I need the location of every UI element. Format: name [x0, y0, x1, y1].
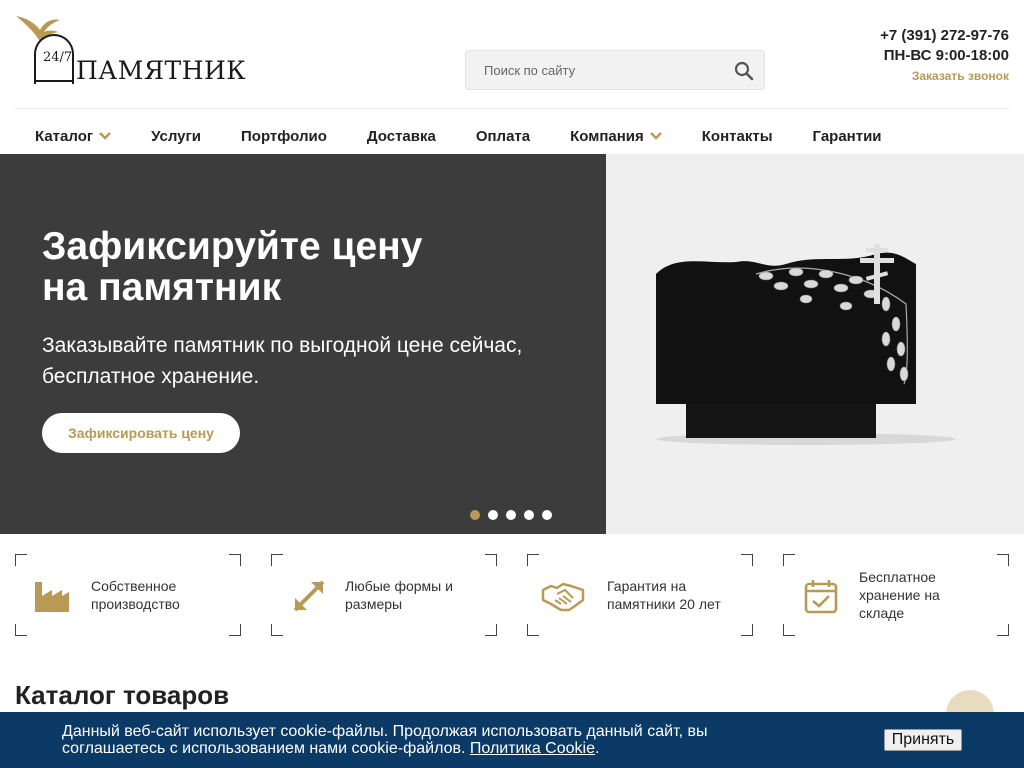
corner-decoration [485, 624, 497, 636]
feature-text: Бесплатное хранение на складе [859, 554, 940, 636]
corner-decoration [229, 624, 241, 636]
hero-title-line: на памятник [42, 266, 282, 309]
cookie-period: . [594, 740, 600, 757]
slider-dot[interactable] [542, 510, 552, 520]
cookie-line: соглашаетесь с использованием нами cooki… [62, 740, 466, 757]
hero-panel: Зафиксируйте цену на памятник Заказывайт… [0, 154, 606, 534]
fix-price-button[interactable]: Зафиксировать цену [42, 413, 240, 453]
corner-decoration [485, 554, 497, 566]
corner-decoration [997, 554, 1009, 566]
nav-item-label: Каталог [35, 127, 94, 145]
search-box [465, 50, 765, 90]
corner-decoration [229, 554, 241, 566]
feature-sizes: Любые формы и размеры [271, 554, 497, 636]
cookie-policy-link[interactable]: Политика Cookie [470, 740, 595, 757]
phone-link[interactable]: +7 (391) 272-97-76 [880, 27, 1009, 44]
feature-storage: Бесплатное хранение на складе [783, 554, 1009, 636]
monument-image [656, 244, 956, 445]
corner-decoration [741, 554, 753, 566]
nav-item-catalog[interactable]: Каталог [15, 118, 131, 154]
nav-item-label: Компания [570, 127, 644, 145]
factory-icon [35, 582, 69, 612]
search-input[interactable] [466, 51, 726, 89]
hero-image [606, 154, 1024, 534]
chevron-down-icon [649, 132, 662, 140]
corner-decoration [783, 554, 795, 566]
feature-guarantee: Гарантия на памятники 20 лет [527, 554, 753, 636]
working-hours: ПН-ВС 9:00-18:00 [883, 47, 1009, 64]
feature-line: хранение на [859, 587, 940, 603]
feature-text: Гарантия на памятники 20 лет [607, 554, 721, 636]
search-icon[interactable] [734, 61, 754, 81]
feature-line: Гарантия на [607, 578, 687, 594]
header-divider [15, 108, 1009, 109]
feature-line: производство [91, 596, 180, 612]
hero-title: Зафиксируйте цену на памятник [42, 226, 562, 308]
logo-text: ПАМЯТНИК [76, 56, 247, 85]
corner-decoration [527, 554, 539, 566]
nav-item-contacts[interactable]: Контакты [682, 118, 793, 154]
slider-dot[interactable] [506, 510, 516, 520]
accept-cookies-button[interactable]: Принять [884, 729, 962, 751]
slider-dot[interactable] [488, 510, 498, 520]
slider-dots [470, 510, 552, 520]
hero-slider: Зафиксируйте цену на памятник Заказывайт… [0, 154, 1024, 534]
callback-link[interactable]: Заказать звонок [880, 69, 1009, 83]
corner-decoration [527, 624, 539, 636]
corner-decoration [741, 624, 753, 636]
corner-decoration [783, 624, 795, 636]
corner-decoration [271, 554, 283, 566]
corner-decoration [271, 624, 283, 636]
feature-production: Собственное производство [15, 554, 241, 636]
feature-line: памятники 20 лет [607, 596, 721, 612]
nav-item-label: Гарантии [812, 127, 882, 145]
feature-line: Собственное [91, 578, 177, 594]
nav-item-label: Услуги [151, 127, 201, 145]
main-nav: Каталог Услуги Портфолио Доставка Оплата… [15, 118, 902, 154]
site-header: 24/7 ПАМЯТНИК +7 (391) 272-97-76 ПН-ВС 9… [0, 0, 1024, 108]
cookie-line: Данный веб-сайт использует cookie-файлы.… [62, 723, 708, 740]
resize-arrows-icon [293, 580, 325, 612]
features-row: Собственное производство Любые формы и раз… [15, 554, 1009, 636]
nav-item-payment[interactable]: Оплата [456, 118, 550, 154]
feature-line: Любые формы и [345, 578, 453, 594]
handshake-icon [541, 582, 585, 612]
site-logo[interactable]: 24/7 ПАМЯТНИК [14, 12, 246, 86]
cookie-banner: Данный веб-сайт использует cookie-файлы.… [0, 712, 1024, 768]
nav-item-label: Контакты [701, 127, 773, 145]
nav-item-services[interactable]: Услуги [131, 118, 221, 154]
chevron-down-icon [99, 132, 112, 140]
nav-item-portfolio[interactable]: Портфолио [221, 118, 347, 154]
nav-item-label: Оплата [475, 127, 531, 145]
nav-item-guarantees[interactable]: Гарантии [793, 118, 902, 154]
feature-line: Бесплатное [859, 569, 936, 585]
calendar-check-icon [804, 580, 838, 614]
cookie-text: Данный веб-сайт использует cookie-файлы.… [62, 723, 782, 757]
logo-base [34, 80, 74, 82]
hero-subtitle-line: Заказывайте памятник по выгодной цене се… [42, 334, 523, 357]
header-contacts: +7 (391) 272-97-76 ПН-ВС 9:00-18:00 Зака… [880, 27, 1009, 83]
slider-dot[interactable] [470, 510, 480, 520]
nav-item-company[interactable]: Компания [550, 118, 682, 154]
hero-subtitle-line: бесплатное хранение. [42, 365, 260, 388]
corner-decoration [15, 554, 27, 566]
nav-item-label: Доставка [366, 127, 436, 145]
logo-badge: 24/7 [43, 50, 73, 65]
slider-dot[interactable] [524, 510, 534, 520]
nav-item-delivery[interactable]: Доставка [347, 118, 456, 154]
corner-decoration [15, 624, 27, 636]
nav-item-label: Портфолио [241, 127, 327, 145]
feature-line: размеры [345, 596, 403, 612]
feature-line: складе [859, 605, 905, 621]
catalog-title: Каталог товаров [15, 680, 230, 710]
corner-decoration [997, 624, 1009, 636]
hero-subtitle: Заказывайте памятник по выгодной цене се… [42, 330, 582, 392]
feature-text: Любые формы и размеры [345, 554, 453, 636]
feature-text: Собственное производство [91, 554, 180, 636]
hero-title-line: Зафиксируйте цену [42, 225, 423, 268]
